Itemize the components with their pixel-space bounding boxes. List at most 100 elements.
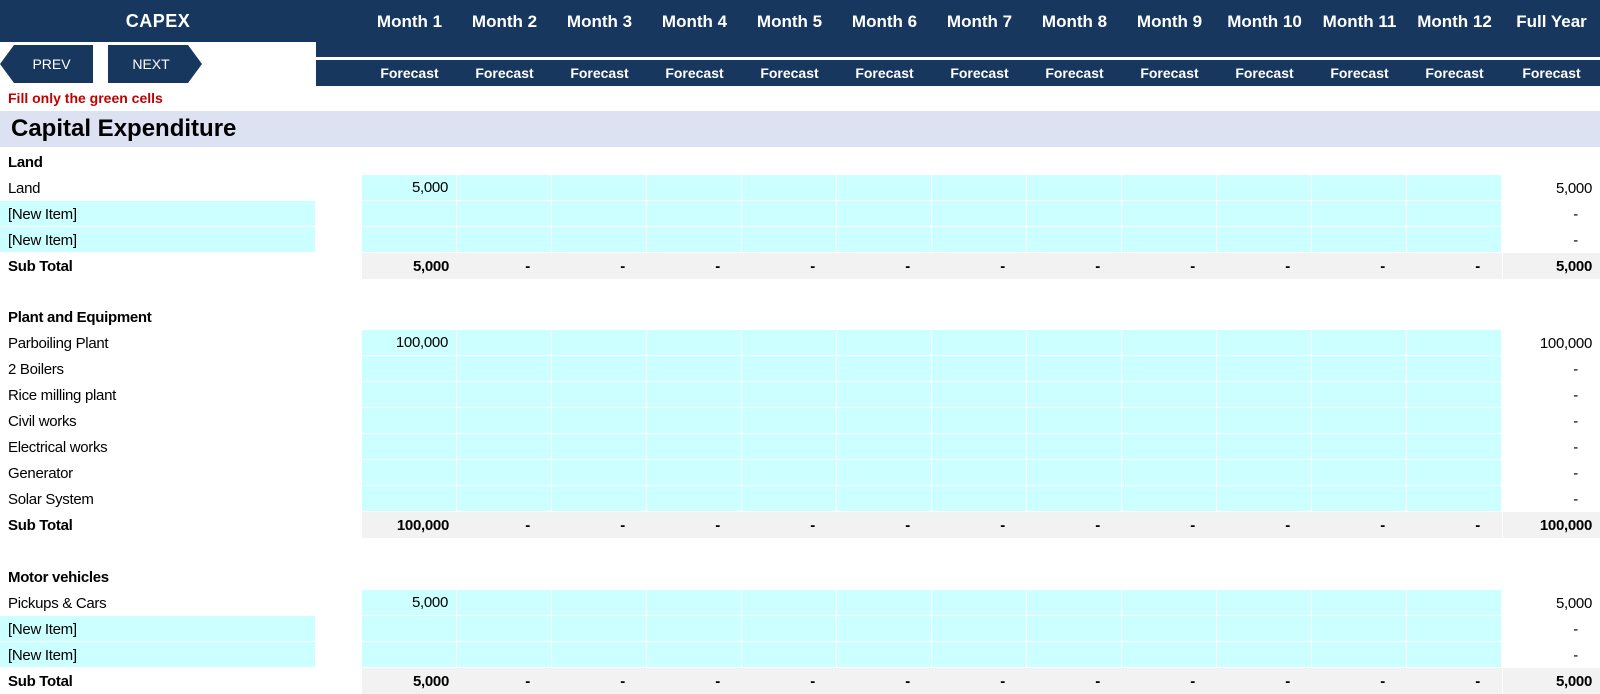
- input-cell[interactable]: [742, 175, 837, 201]
- input-cell[interactable]: [1407, 590, 1502, 616]
- input-cell[interactable]: [552, 616, 647, 642]
- input-cell[interactable]: [1407, 201, 1502, 227]
- input-cell[interactable]: [1312, 382, 1407, 408]
- input-cell[interactable]: [1312, 408, 1407, 434]
- input-cell[interactable]: [837, 175, 932, 201]
- input-cell[interactable]: [647, 616, 742, 642]
- input-cell[interactable]: [1027, 382, 1122, 408]
- input-cell[interactable]: [742, 356, 837, 382]
- input-cell[interactable]: [1027, 486, 1122, 512]
- input-cell[interactable]: [457, 356, 552, 382]
- input-cell[interactable]: [647, 434, 742, 460]
- input-cell[interactable]: [837, 434, 932, 460]
- input-cell[interactable]: [1217, 616, 1312, 642]
- input-cell[interactable]: [1122, 642, 1217, 668]
- input-cell[interactable]: [742, 201, 837, 227]
- input-cell[interactable]: [1122, 382, 1217, 408]
- input-cell[interactable]: [552, 434, 647, 460]
- input-cell[interactable]: [1122, 330, 1217, 356]
- item-label[interactable]: [New Item]: [8, 616, 77, 642]
- input-cell[interactable]: [742, 460, 837, 486]
- input-cell[interactable]: [1027, 642, 1122, 668]
- input-cell[interactable]: [457, 408, 552, 434]
- input-cell[interactable]: [932, 434, 1027, 460]
- input-cell[interactable]: [362, 356, 457, 382]
- input-cell[interactable]: [1312, 486, 1407, 512]
- input-cell[interactable]: [1217, 175, 1312, 201]
- input-cell[interactable]: [837, 356, 932, 382]
- input-cell[interactable]: [362, 460, 457, 486]
- input-cell[interactable]: [932, 201, 1027, 227]
- input-cell[interactable]: [932, 408, 1027, 434]
- input-cell[interactable]: [1407, 382, 1502, 408]
- input-cell[interactable]: [1027, 356, 1122, 382]
- input-cell[interactable]: [932, 616, 1027, 642]
- input-cell[interactable]: [647, 201, 742, 227]
- input-cell[interactable]: [1407, 175, 1502, 201]
- item-label[interactable]: [New Item]: [8, 642, 77, 668]
- input-cell[interactable]: [742, 434, 837, 460]
- input-cell[interactable]: [457, 201, 552, 227]
- input-cell[interactable]: [1407, 330, 1502, 356]
- input-cell[interactable]: [1122, 227, 1217, 253]
- input-cell[interactable]: [1122, 590, 1217, 616]
- input-cell[interactable]: [552, 642, 647, 668]
- input-cell[interactable]: [742, 616, 837, 642]
- input-cell[interactable]: 5,000: [362, 175, 457, 201]
- input-cell[interactable]: [1312, 434, 1407, 460]
- input-cell[interactable]: 5,000: [362, 590, 457, 616]
- input-cell[interactable]: [932, 460, 1027, 486]
- input-cell[interactable]: [362, 382, 457, 408]
- item-label[interactable]: [New Item]: [8, 227, 77, 253]
- input-cell[interactable]: [1217, 408, 1312, 434]
- input-cell[interactable]: [932, 227, 1027, 253]
- input-cell[interactable]: [362, 434, 457, 460]
- input-cell[interactable]: [1027, 201, 1122, 227]
- input-cell[interactable]: [1122, 408, 1217, 434]
- input-cell[interactable]: [647, 227, 742, 253]
- input-cell[interactable]: [457, 227, 552, 253]
- input-cell[interactable]: [1312, 201, 1407, 227]
- input-cell[interactable]: [837, 382, 932, 408]
- input-cell[interactable]: [1217, 201, 1312, 227]
- input-cell[interactable]: [1122, 434, 1217, 460]
- input-cell[interactable]: [1312, 356, 1407, 382]
- input-cell[interactable]: [457, 460, 552, 486]
- input-cell[interactable]: [1217, 642, 1312, 668]
- input-cell[interactable]: [1407, 616, 1502, 642]
- item-label[interactable]: [New Item]: [8, 201, 77, 227]
- input-cell[interactable]: [1027, 330, 1122, 356]
- input-cell[interactable]: [647, 486, 742, 512]
- input-cell[interactable]: [837, 330, 932, 356]
- input-cell[interactable]: [457, 175, 552, 201]
- input-cell[interactable]: [1027, 460, 1122, 486]
- input-cell[interactable]: [1217, 382, 1312, 408]
- input-cell[interactable]: [1407, 356, 1502, 382]
- input-cell[interactable]: [1027, 434, 1122, 460]
- input-cell[interactable]: [647, 590, 742, 616]
- input-cell[interactable]: [837, 642, 932, 668]
- input-cell[interactable]: [647, 460, 742, 486]
- input-cell[interactable]: [1217, 227, 1312, 253]
- input-cell[interactable]: [1407, 486, 1502, 512]
- input-cell[interactable]: [1217, 590, 1312, 616]
- input-cell[interactable]: [1122, 175, 1217, 201]
- input-cell[interactable]: [742, 590, 837, 616]
- input-cell[interactable]: [1407, 434, 1502, 460]
- input-cell[interactable]: [932, 486, 1027, 512]
- input-cell[interactable]: [457, 330, 552, 356]
- input-cell[interactable]: [742, 642, 837, 668]
- input-cell[interactable]: [362, 201, 457, 227]
- input-cell[interactable]: [457, 486, 552, 512]
- input-cell[interactable]: [647, 330, 742, 356]
- input-cell[interactable]: [932, 642, 1027, 668]
- input-cell[interactable]: [837, 460, 932, 486]
- input-cell[interactable]: [1407, 408, 1502, 434]
- input-cell[interactable]: [1122, 486, 1217, 512]
- input-cell[interactable]: [1217, 330, 1312, 356]
- input-cell[interactable]: [362, 616, 457, 642]
- input-cell[interactable]: [1312, 175, 1407, 201]
- input-cell[interactable]: [647, 175, 742, 201]
- input-cell[interactable]: [1027, 408, 1122, 434]
- input-cell[interactable]: [362, 227, 457, 253]
